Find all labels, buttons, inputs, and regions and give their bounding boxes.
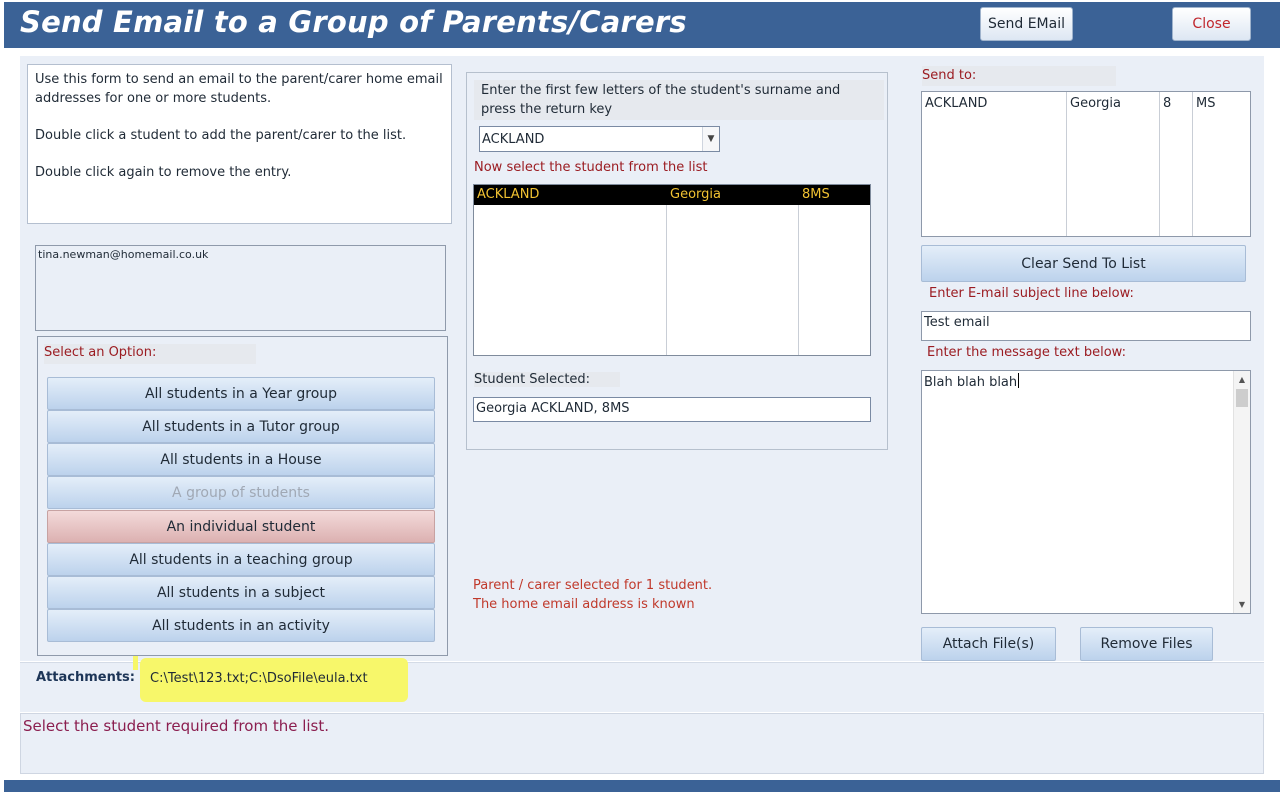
scroll-up-icon[interactable]: ▲ <box>1234 371 1250 388</box>
recipient-year: 8 <box>1163 96 1172 111</box>
instructions-line: Double click again to remove the entry. <box>35 165 292 180</box>
option-button[interactable]: An individual student <box>47 510 435 543</box>
parent-status-line: The home email address is known <box>473 597 695 612</box>
chevron-down-icon[interactable]: ▼ <box>702 127 719 151</box>
email-address-item[interactable]: tina.newman@homemail.co.uk <box>38 248 443 261</box>
options-label: Select an Option: <box>44 344 257 364</box>
instructions-box: Use this form to send an email to the pa… <box>27 64 452 224</box>
attachments-value: C:\Test\123.txt;C:\DsoFile\eula.txt <box>150 671 368 686</box>
message-label: Enter the message text below: <box>927 345 1126 360</box>
surname-prompt: Enter the first few letters of the stude… <box>474 80 884 120</box>
table-row[interactable]: ACKLAND Georgia 8MS <box>474 185 870 205</box>
column-divider <box>1066 92 1067 236</box>
email-address-list[interactable]: tina.newman@homemail.co.uk <box>35 245 446 331</box>
instructions-line: Double click a student to add the parent… <box>35 128 407 143</box>
student-selected-label: Student Selected: <box>474 372 621 387</box>
send-to-list[interactable]: ACKLAND Georgia 8 MS <box>921 91 1251 237</box>
column-divider <box>1159 92 1160 236</box>
subject-label: Enter E-mail subject line below: <box>929 286 1134 301</box>
parent-status-message: Parent / carer selected for 1 student. T… <box>473 576 712 614</box>
text-caret <box>1018 373 1020 388</box>
student-list[interactable]: ACKLAND Georgia 8MS <box>473 184 871 356</box>
page-title: Send Email to a Group of Parents/Carers <box>20 5 687 39</box>
select-student-label: Now select the student from the list <box>474 160 708 175</box>
surname-combo[interactable]: ▼ <box>479 126 720 152</box>
option-button[interactable]: All students in an activity <box>47 609 435 642</box>
send-email-button[interactable]: Send EMail <box>980 7 1073 41</box>
column-divider <box>798 185 799 355</box>
attach-files-button[interactable]: Attach File(s) <box>921 627 1056 661</box>
option-button[interactable]: All students in a teaching group <box>47 543 435 576</box>
remove-files-button[interactable]: Remove Files <box>1080 627 1213 661</box>
student-form: 8MS <box>802 187 830 202</box>
status-text: Select the student required from the lis… <box>23 717 330 735</box>
student-surname: ACKLAND <box>477 187 540 202</box>
surname-input[interactable] <box>480 127 702 151</box>
message-text: Blah blah blah <box>924 375 1018 390</box>
option-button[interactable]: All students in a subject <box>47 576 435 609</box>
option-button[interactable]: All students in a House <box>47 443 435 476</box>
send-to-label: Send to: <box>922 66 1117 86</box>
student-forename: Georgia <box>670 187 721 202</box>
option-button[interactable]: All students in a Tutor group <box>47 410 435 443</box>
option-button[interactable]: All students in a Year group <box>47 377 435 410</box>
scroll-down-icon[interactable]: ▼ <box>1234 596 1250 613</box>
subject-input[interactable]: Test email <box>921 311 1251 341</box>
message-textarea[interactable]: Blah blah blah ▲ ▼ <box>921 370 1251 614</box>
column-divider <box>1192 92 1193 236</box>
recipient-tutor: MS <box>1196 96 1216 111</box>
recipient-surname: ACKLAND <box>925 96 988 111</box>
message-scrollbar[interactable]: ▲ ▼ <box>1233 371 1250 613</box>
student-selected-field: Georgia ACKLAND, 8MS <box>473 397 871 422</box>
message-text-wrap: Blah blah blah <box>924 373 1020 390</box>
parent-status-line: Parent / carer selected for 1 student. <box>473 578 713 593</box>
recipient-forename: Georgia <box>1070 96 1121 111</box>
clear-send-to-list-button[interactable]: Clear Send To List <box>921 245 1246 282</box>
close-button[interactable]: Close <box>1172 7 1251 41</box>
option-button[interactable]: A group of students <box>47 476 435 509</box>
highlight-mark <box>133 656 138 670</box>
column-divider <box>666 185 667 355</box>
scrollbar-thumb[interactable] <box>1236 389 1248 407</box>
bottom-stripe <box>4 780 1280 792</box>
attachments-label: Attachments: <box>36 670 135 685</box>
instructions-line: Use this form to send an email to the pa… <box>35 72 443 106</box>
